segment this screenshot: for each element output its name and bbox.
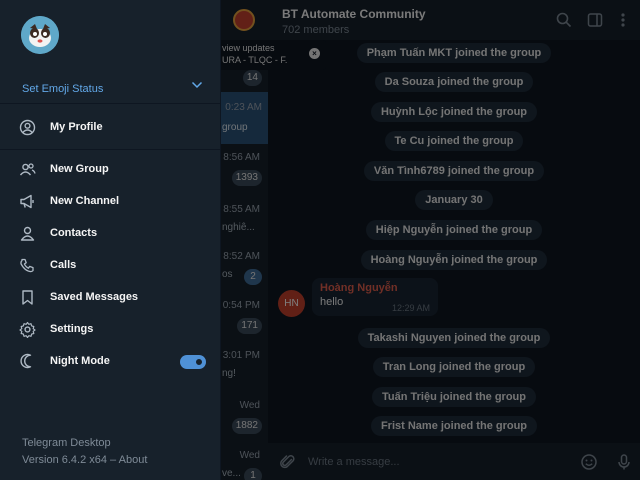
menu-item-label: New Group <box>50 163 109 175</box>
avatar[interactable] <box>21 16 59 54</box>
moon-icon <box>19 353 36 370</box>
menu-item-new-group[interactable]: New Group <box>0 154 221 186</box>
divider <box>0 103 221 104</box>
profile-icon <box>19 119 36 136</box>
version-about-link[interactable]: Version 6.4.2 x64 – About <box>22 454 147 466</box>
menu-item-label: Saved Messages <box>50 291 139 303</box>
side-drawer: Set Emoji Status My Profile New Group Ne… <box>0 0 221 480</box>
menu-item-label: Contacts <box>50 227 98 239</box>
menu-item-settings[interactable]: Settings <box>0 314 221 346</box>
phone-icon <box>19 257 36 274</box>
menu-item-saved-messages[interactable]: Saved Messages <box>0 282 221 314</box>
bookmark-icon <box>19 289 36 306</box>
menu-item-night-mode[interactable]: Night Mode <box>0 346 221 378</box>
menu-item-contacts[interactable]: Contacts <box>0 218 221 250</box>
menu-item-new-channel[interactable]: New Channel <box>0 186 221 218</box>
menu-item-my-profile[interactable]: My Profile <box>0 112 221 144</box>
app-name: Telegram Desktop <box>22 437 111 449</box>
contact-icon <box>19 225 36 242</box>
menu-item-label: Night Mode <box>50 355 110 367</box>
divider <box>0 149 221 150</box>
gear-icon <box>19 321 36 338</box>
set-emoji-status-link[interactable]: Set Emoji Status <box>22 83 103 95</box>
menu-item-calls[interactable]: Calls <box>0 250 221 282</box>
megaphone-icon <box>19 193 36 210</box>
menu-item-label: Calls <box>50 259 77 271</box>
menu-item-label: My Profile <box>50 121 103 133</box>
night-mode-toggle[interactable] <box>180 355 206 369</box>
menu-item-label: Settings <box>50 323 94 335</box>
menu-item-label: New Channel <box>50 195 120 207</box>
chevron-down-icon[interactable] <box>190 78 204 92</box>
group-icon <box>19 161 36 178</box>
